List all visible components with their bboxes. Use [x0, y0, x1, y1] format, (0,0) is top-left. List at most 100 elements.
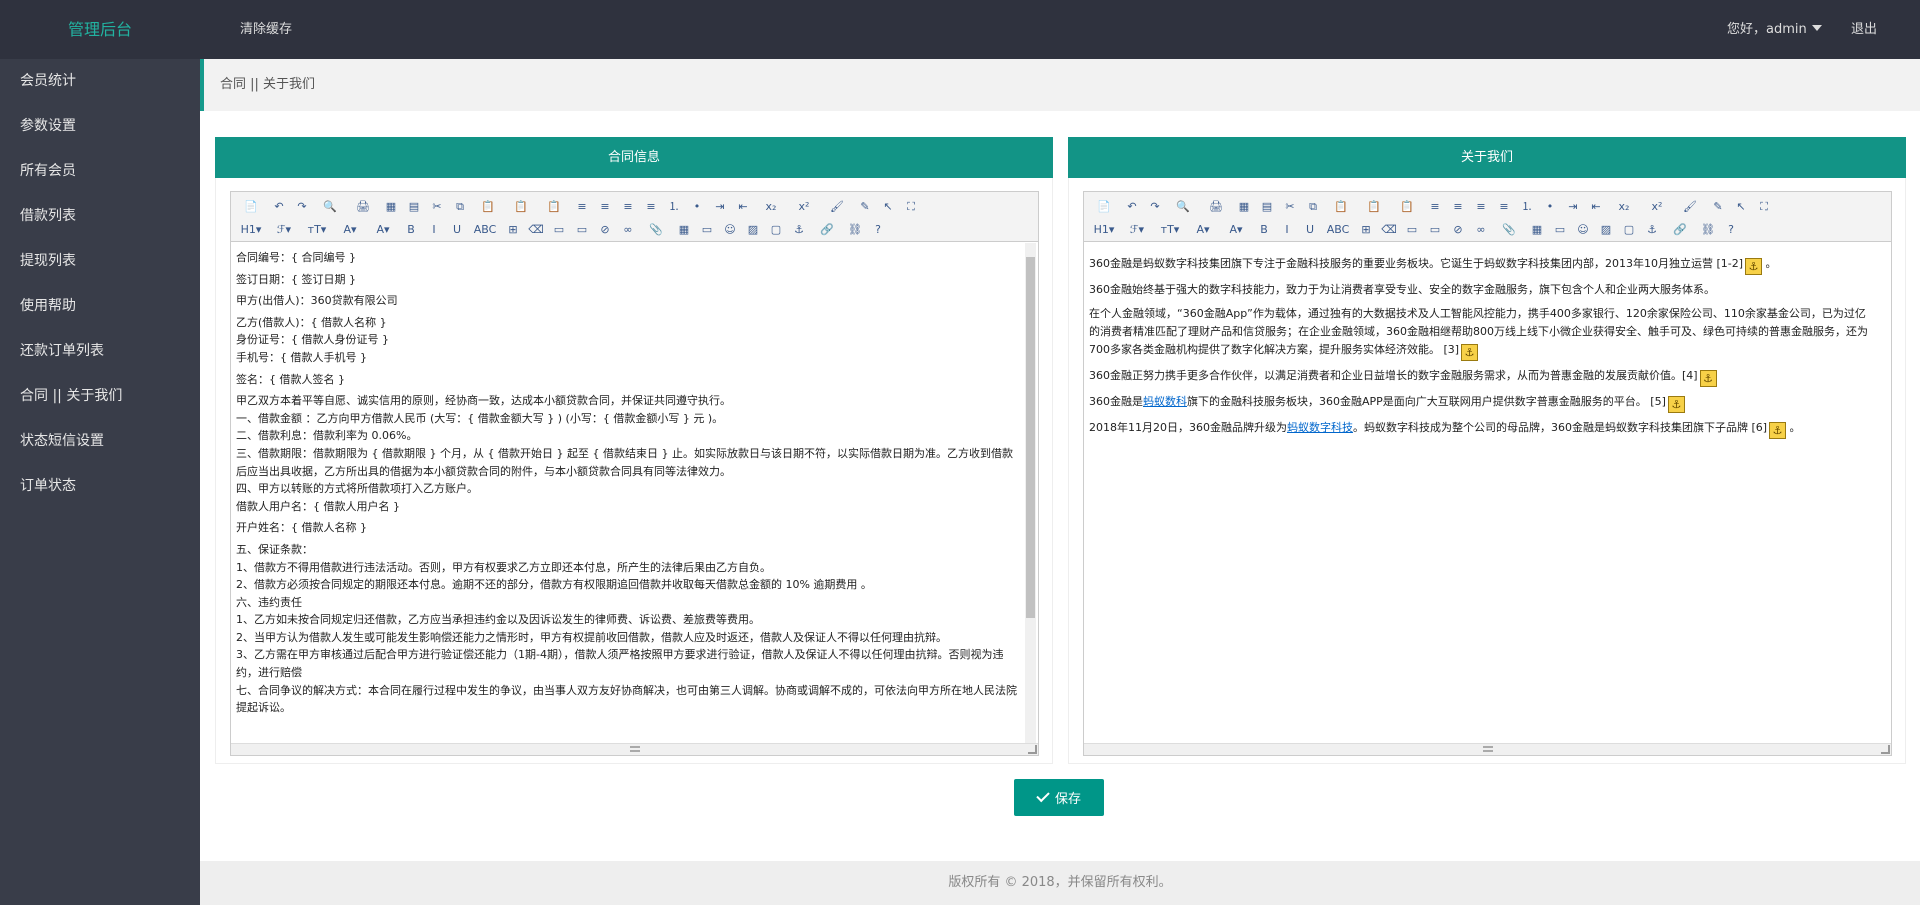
- toolbar-button-icon[interactable]: ✎: [856, 199, 874, 215]
- resize-handle-icon[interactable]: [1482, 746, 1493, 752]
- toolbar-button-icon[interactable]: 🔗: [813, 222, 841, 238]
- toolbar-button-icon[interactable]: ✂: [428, 199, 446, 215]
- toolbar-button-icon[interactable]: тT▾: [303, 222, 331, 238]
- anchor-icon[interactable]: ⚓: [1699, 370, 1717, 387]
- resize-handle-icon[interactable]: [629, 746, 640, 752]
- toolbar-button-icon[interactable]: U: [448, 222, 466, 238]
- toolbar-button-icon[interactable]: ▭: [1551, 222, 1569, 238]
- toolbar-button-icon[interactable]: ≡: [1426, 199, 1444, 215]
- toolbar-button-icon[interactable]: ▦: [1235, 199, 1253, 215]
- resize-grip-icon[interactable]: [1881, 745, 1890, 754]
- toolbar-button-icon[interactable]: ✂: [1281, 199, 1299, 215]
- user-menu[interactable]: 您好，admin: [1727, 0, 1822, 59]
- sidebar-item-withdraw-list[interactable]: 提现列表: [0, 239, 200, 284]
- toolbar-button-icon[interactable]: 🖨: [349, 199, 377, 215]
- brand-logo[interactable]: 管理后台: [0, 0, 200, 59]
- anchor-icon[interactable]: ⚓: [1461, 344, 1479, 361]
- toolbar-button-icon[interactable]: ≡: [573, 199, 591, 215]
- toolbar-button-icon[interactable]: 🔗: [1666, 222, 1694, 238]
- sidebar-item-parameter-settings[interactable]: 参数设置: [0, 104, 200, 149]
- toolbar-button-icon[interactable]: ⛶: [902, 199, 920, 215]
- toolbar-button-icon[interactable]: x²: [790, 199, 818, 215]
- anchor-icon[interactable]: ⚓: [1667, 396, 1685, 413]
- toolbar-button-icon[interactable]: тT▾: [1156, 222, 1184, 238]
- toolbar-button-icon[interactable]: ▭: [573, 222, 591, 238]
- sidebar-item-sms-settings[interactable]: 状态短信设置: [0, 419, 200, 464]
- toolbar-button-icon[interactable]: 📋: [1327, 199, 1355, 215]
- about-link[interactable]: 蚂蚁数科: [1143, 395, 1187, 408]
- toolbar-button-icon[interactable]: H1▾: [237, 222, 265, 238]
- toolbar-button-icon[interactable]: ℱ▾: [270, 222, 298, 238]
- toolbar-button-icon[interactable]: ⇤: [734, 199, 752, 215]
- toolbar-button-icon[interactable]: ↖: [1732, 199, 1750, 215]
- toolbar-button-icon[interactable]: ▨: [1597, 222, 1615, 238]
- logout-link[interactable]: 退出: [1851, 0, 1877, 59]
- toolbar-button-icon[interactable]: ↶: [270, 199, 288, 215]
- toolbar-button-icon[interactable]: •: [688, 199, 706, 215]
- toolbar-button-icon[interactable]: 📄: [237, 199, 265, 215]
- toolbar-button-icon[interactable]: ⌫: [527, 222, 545, 238]
- sidebar-item-member-stats[interactable]: 会员统计: [0, 59, 200, 104]
- toolbar-button-icon[interactable]: H1▾: [1090, 222, 1118, 238]
- toolbar-button-icon[interactable]: ABC: [471, 222, 499, 238]
- toolbar-button-icon[interactable]: ⊘: [596, 222, 614, 238]
- toolbar-button-icon[interactable]: ≡: [1495, 199, 1513, 215]
- toolbar-button-icon[interactable]: •: [1541, 199, 1559, 215]
- toolbar-button-icon[interactable]: ∞: [619, 222, 637, 238]
- toolbar-button-icon[interactable]: 📋: [507, 199, 535, 215]
- toolbar-button-icon[interactable]: ☺: [1574, 222, 1592, 238]
- editor-resize-bar[interactable]: [231, 743, 1038, 755]
- toolbar-button-icon[interactable]: ↷: [293, 199, 311, 215]
- contract-editor[interactable]: 📄 ↶ ↷ 🔍 🖨 ▦ ▤ ✂ ⧉ 📋 📋 📋 ≡ ≡ ≡ ≡ ⒈ • ⇥ ⇤ x₂ x² 🖌 ✎ ↖ ⛶ H1▾ ℱ▾ тT▾ A▾ A…: [230, 191, 1039, 756]
- toolbar-button-icon[interactable]: I: [1278, 222, 1296, 238]
- toolbar-button-icon[interactable]: 📎: [642, 222, 670, 238]
- toolbar-button-icon[interactable]: ⛓: [1699, 222, 1717, 238]
- toolbar-button-icon[interactable]: ∞: [1472, 222, 1490, 238]
- toolbar-button-icon[interactable]: A▾: [1189, 222, 1217, 238]
- about-link[interactable]: 蚂蚁数字科技: [1287, 421, 1353, 434]
- toolbar-button-icon[interactable]: ↖: [879, 199, 897, 215]
- toolbar-button-icon[interactable]: ⧉: [1304, 199, 1322, 215]
- toolbar-button-icon[interactable]: 📋: [474, 199, 502, 215]
- toolbar-button-icon[interactable]: 📎: [1495, 222, 1523, 238]
- toolbar-button-icon[interactable]: ABC: [1324, 222, 1352, 238]
- toolbar-button-icon[interactable]: 🔍: [316, 199, 344, 215]
- toolbar-button-icon[interactable]: ⌫: [1380, 222, 1398, 238]
- toolbar-button-icon[interactable]: ▭: [1403, 222, 1421, 238]
- editor-resize-bar[interactable]: [1084, 743, 1891, 755]
- toolbar-button-icon[interactable]: 🖌: [1676, 199, 1704, 215]
- toolbar-button-icon[interactable]: ▭: [550, 222, 568, 238]
- toolbar-button-icon[interactable]: ▦: [1528, 222, 1546, 238]
- toolbar-button-icon[interactable]: ⧉: [451, 199, 469, 215]
- toolbar-button-icon[interactable]: ▤: [405, 199, 423, 215]
- editor-scrollbar[interactable]: [1025, 243, 1036, 743]
- toolbar-button-icon[interactable]: ⇤: [1587, 199, 1605, 215]
- toolbar-button-icon[interactable]: ?: [1722, 222, 1740, 238]
- toolbar-button-icon[interactable]: x₂: [1610, 199, 1638, 215]
- toolbar-button-icon[interactable]: ?: [869, 222, 887, 238]
- toolbar-button-icon[interactable]: ✎: [1709, 199, 1727, 215]
- toolbar-button-icon[interactable]: A▾: [1222, 222, 1250, 238]
- toolbar-button-icon[interactable]: U: [1301, 222, 1319, 238]
- toolbar-button-icon[interactable]: ⊞: [504, 222, 522, 238]
- toolbar-button-icon[interactable]: ⇥: [1564, 199, 1582, 215]
- save-button[interactable]: 保存: [1014, 779, 1104, 816]
- toolbar-button-icon[interactable]: 🔍: [1169, 199, 1197, 215]
- toolbar-button-icon[interactable]: ⒈: [665, 199, 683, 215]
- toolbar-button-icon[interactable]: I: [425, 222, 443, 238]
- toolbar-button-icon[interactable]: x₂: [757, 199, 785, 215]
- anchor-icon[interactable]: ⚓: [1769, 422, 1787, 439]
- toolbar-button-icon[interactable]: 📄: [1090, 199, 1118, 215]
- toolbar-button-icon[interactable]: ▦: [382, 199, 400, 215]
- toolbar-button-icon[interactable]: 🖨: [1202, 199, 1230, 215]
- sidebar-item-loan-list[interactable]: 借款列表: [0, 194, 200, 239]
- toolbar-button-icon[interactable]: ⒈: [1518, 199, 1536, 215]
- toolbar-button-icon[interactable]: 🖌: [823, 199, 851, 215]
- toolbar-button-icon[interactable]: A▾: [336, 222, 364, 238]
- toolbar-button-icon[interactable]: ▢: [1620, 222, 1638, 238]
- sidebar-item-help[interactable]: 使用帮助: [0, 284, 200, 329]
- toolbar-button-icon[interactable]: ⊘: [1449, 222, 1467, 238]
- toolbar-button-icon[interactable]: ▭: [1426, 222, 1444, 238]
- toolbar-button-icon[interactable]: ▤: [1258, 199, 1276, 215]
- toolbar-button-icon[interactable]: ▭: [698, 222, 716, 238]
